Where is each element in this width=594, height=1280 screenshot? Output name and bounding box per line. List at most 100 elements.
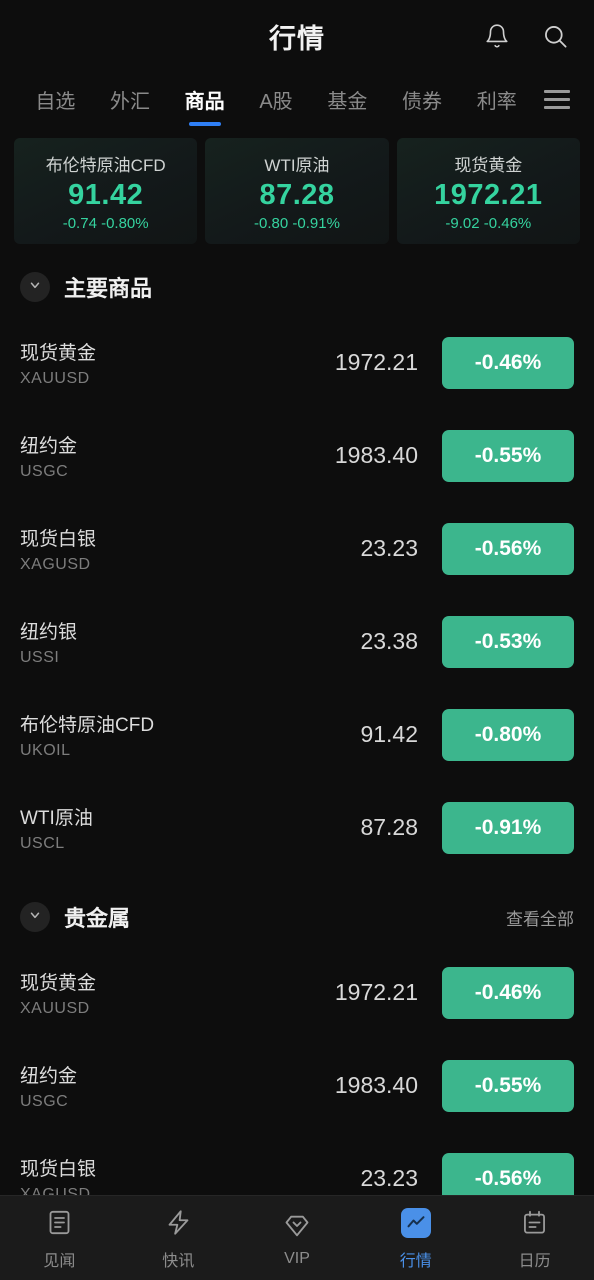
change-percent-badge[interactable]: -0.55% xyxy=(442,1059,574,1112)
table-row[interactable]: 现货黄金 XAUUSD 1972.21 -0.46% xyxy=(20,946,574,1039)
search-button[interactable] xyxy=(538,19,572,53)
instrument-price: 1983.40 xyxy=(334,1072,418,1098)
section-title: 主要商品 xyxy=(64,276,153,301)
change-percent-badge[interactable]: -0.46% xyxy=(442,336,574,389)
search-icon xyxy=(542,23,569,50)
nav-item-rili[interactable]: 日历 xyxy=(475,1206,594,1271)
change-percent-badge[interactable]: -0.53% xyxy=(442,615,574,668)
bell-icon xyxy=(484,23,510,49)
instrument-price: 23.38 xyxy=(360,628,418,654)
summary-card-change: -9.02 -0.46% xyxy=(445,214,532,232)
tab-label: 债券 xyxy=(402,90,443,113)
tab-jijin[interactable]: 基金 xyxy=(310,79,385,128)
tab-label: 自选 xyxy=(35,90,76,113)
instrument-symbol: XAUUSD xyxy=(20,369,90,387)
tab-shangpin[interactable]: 商品 xyxy=(167,79,242,128)
bottom-navigation-bar: 见闻 快讯 VIP 行情 日历 xyxy=(0,1195,594,1280)
row-identity: WTI原油 USCL xyxy=(20,803,93,853)
section-title: 贵金属 xyxy=(64,906,131,931)
table-row[interactable]: 纽约金 USGC 1983.40 -0.55% xyxy=(20,409,574,502)
row-identity: 纽约金 USGC xyxy=(20,431,77,481)
diamond-icon xyxy=(280,1209,314,1243)
instrument-name: WTI原油 xyxy=(20,807,93,829)
section-header-main-commodities: 主要商品 xyxy=(0,258,594,316)
nav-label: VIP xyxy=(284,1249,310,1267)
table-row[interactable]: 现货白银 XAGUSD 23.23 -0.56% xyxy=(20,502,574,595)
instrument-symbol: USSI xyxy=(20,648,60,666)
table-row[interactable]: 纽约银 USSI 23.38 -0.53% xyxy=(20,595,574,688)
nav-item-vip[interactable]: VIP xyxy=(238,1209,357,1268)
summary-card-change: -0.74 -0.80% xyxy=(62,214,149,232)
instrument-symbol: USGC xyxy=(20,1092,69,1110)
instrument-name: 纽约金 xyxy=(20,1065,78,1087)
hamburger-menu-icon[interactable] xyxy=(534,89,580,117)
section-view-all-link[interactable]: 查看全部 xyxy=(506,905,574,930)
collapse-toggle-button[interactable] xyxy=(20,902,50,932)
tab-zhaiquan[interactable]: 债券 xyxy=(385,79,460,128)
quote-list-precious-metals: 现货黄金 XAUUSD 1972.21 -0.46% 纽约金 USGC 1983… xyxy=(0,946,594,1225)
header-actions xyxy=(480,19,572,53)
summary-card-list: 布伦特原油CFD 91.42 -0.74 -0.80% WTI原油 87.28 … xyxy=(0,134,594,244)
instrument-price: 23.23 xyxy=(360,535,418,561)
category-tab-bar: 自选 外汇 商品 A股 基金 债券 利率 xyxy=(0,72,594,134)
menu-line xyxy=(544,89,571,93)
change-percent-badge[interactable]: -0.55% xyxy=(442,429,574,482)
lightning-bolt-icon xyxy=(161,1206,195,1240)
news-document-icon xyxy=(42,1206,76,1240)
instrument-price: 87.28 xyxy=(360,814,418,840)
tab-label: 商品 xyxy=(184,90,225,113)
active-icon-background xyxy=(400,1207,431,1238)
summary-card-name: 现货黄金 xyxy=(454,155,523,175)
change-percent-badge[interactable]: -0.80% xyxy=(442,708,574,761)
instrument-symbol: USCL xyxy=(20,834,65,852)
instrument-price: 1983.40 xyxy=(334,442,418,468)
quotes-scroll-area[interactable]: 布伦特原油CFD 91.42 -0.74 -0.80% WTI原油 87.28 … xyxy=(0,134,594,1280)
change-percent-badge[interactable]: -0.56% xyxy=(442,522,574,575)
nav-item-kuaixun[interactable]: 快讯 xyxy=(119,1206,238,1271)
notification-bell-button[interactable] xyxy=(480,19,514,53)
table-row[interactable]: WTI原油 USCL 87.28 -0.91% xyxy=(20,781,574,874)
tab-agu[interactable]: A股 xyxy=(242,79,310,128)
instrument-symbol: XAUUSD xyxy=(20,999,90,1017)
nav-label: 日历 xyxy=(518,1252,551,1270)
instrument-symbol: XAGUSD xyxy=(20,555,91,573)
calendar-icon xyxy=(518,1206,552,1240)
tab-label: A股 xyxy=(259,90,293,113)
tab-waihui[interactable]: 外汇 xyxy=(93,79,168,128)
instrument-name: 现货白银 xyxy=(20,528,97,550)
tab-zixuan[interactable]: 自选 xyxy=(18,79,93,128)
nav-item-jianwen[interactable]: 见闻 xyxy=(0,1206,119,1271)
instrument-price: 1972.21 xyxy=(334,349,418,375)
nav-label: 见闻 xyxy=(43,1252,76,1270)
row-identity: 纽约金 USGC xyxy=(20,1061,77,1111)
row-identity: 布伦特原油CFD UKOIL xyxy=(20,710,154,760)
summary-card-brent[interactable]: 布伦特原油CFD 91.42 -0.74 -0.80% xyxy=(14,138,198,244)
summary-card-name: WTI原油 xyxy=(264,155,330,175)
summary-card-name: 布伦特原油CFD xyxy=(45,155,166,175)
instrument-name: 纽约金 xyxy=(20,435,78,457)
change-percent-badge[interactable]: -0.46% xyxy=(442,966,574,1019)
quote-list-main-commodities: 现货黄金 XAUUSD 1972.21 -0.46% 纽约金 USGC 1983… xyxy=(0,316,594,874)
tab-lilv[interactable]: 利率 xyxy=(459,79,534,128)
summary-card-wti[interactable]: WTI原油 87.28 -0.80 -0.91% xyxy=(205,138,389,244)
tab-label: 外汇 xyxy=(110,90,150,113)
nav-label: 快讯 xyxy=(162,1252,195,1270)
instrument-symbol: UKOIL xyxy=(20,741,71,759)
change-percent-badge[interactable]: -0.91% xyxy=(442,801,574,854)
instrument-name: 现货白银 xyxy=(20,1158,97,1180)
chevron-down-icon xyxy=(28,908,42,927)
menu-line xyxy=(544,97,571,101)
market-chart-icon xyxy=(399,1206,433,1240)
nav-item-hangqing[interactable]: 行情 xyxy=(356,1206,475,1271)
table-row[interactable]: 布伦特原油CFD UKOIL 91.42 -0.80% xyxy=(20,688,574,781)
section-header-precious-metals: 贵金属 查看全部 xyxy=(0,888,594,946)
summary-card-gold[interactable]: 现货黄金 1972.21 -9.02 -0.46% xyxy=(396,138,580,244)
table-row[interactable]: 纽约金 USGC 1983.40 -0.55% xyxy=(20,1039,574,1132)
app-header: 行情 xyxy=(0,0,594,72)
instrument-name: 布伦特原油CFD xyxy=(20,714,155,736)
summary-card-price: 87.28 xyxy=(259,178,335,211)
table-row[interactable]: 现货黄金 XAUUSD 1972.21 -0.46% xyxy=(20,316,574,409)
collapse-toggle-button[interactable] xyxy=(20,272,50,302)
row-identity: 现货黄金 XAUUSD xyxy=(20,968,96,1018)
row-identity: 现货黄金 XAUUSD xyxy=(20,338,96,388)
